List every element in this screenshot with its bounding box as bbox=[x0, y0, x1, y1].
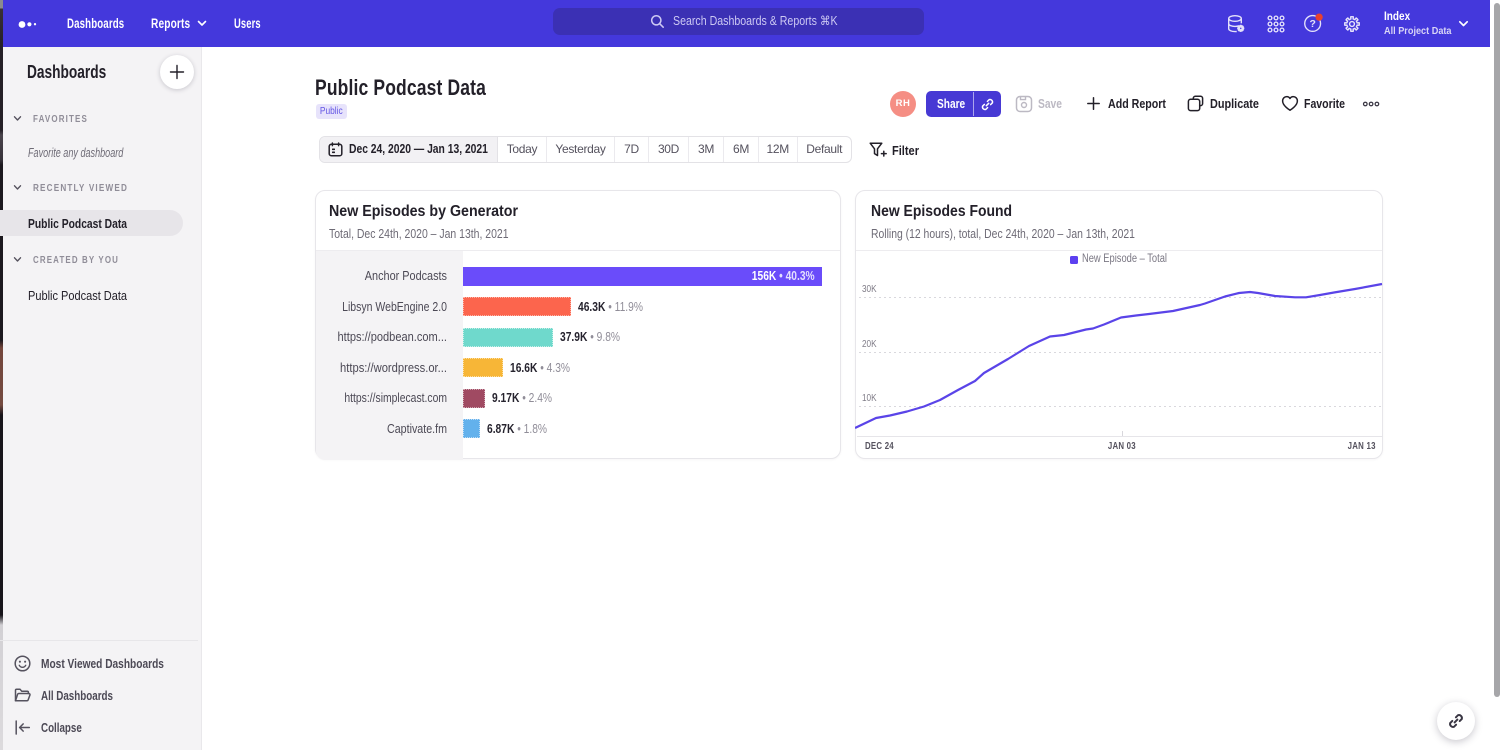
svg-text:?: ? bbox=[1309, 19, 1315, 30]
